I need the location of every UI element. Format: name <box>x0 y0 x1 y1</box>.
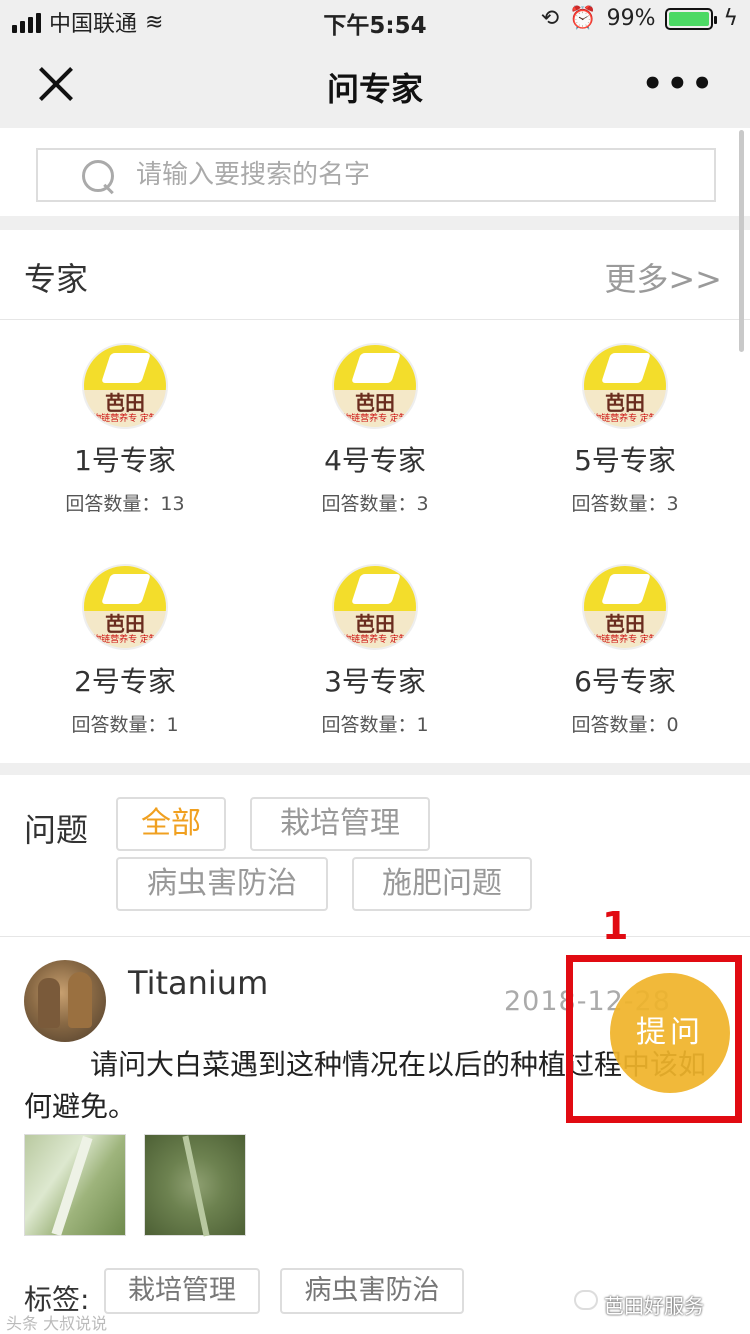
expert-avatar: 芭田 物链营养专 定制 <box>82 564 168 650</box>
experts-header: 专家 更多>> <box>0 230 750 320</box>
battery-icon <box>665 7 718 30</box>
expert-answer-count: 回答数量：1 <box>71 714 179 736</box>
battery-fill <box>669 11 710 26</box>
expert-answer-count: 回答数量：0 <box>571 714 679 736</box>
user-avatar[interactable] <box>24 960 106 1042</box>
experts-grid: 芭田 物链营养专 定制 1号专家 回答数量：13 芭田 物链营养专 定制 4号专… <box>0 321 750 763</box>
logo-subtext: 物链营养专 定制 <box>92 414 158 424</box>
logo-text: 芭田 <box>105 391 145 415</box>
expert-name: 2号专家 <box>74 665 176 698</box>
filter-tag-cultivation[interactable]: 栽培管理 <box>250 797 430 851</box>
charging-icon: ϟ <box>723 6 738 31</box>
expert-answer-count: 回答数量：1 <box>321 714 429 736</box>
expert-name: 5号专家 <box>574 444 676 477</box>
scrollbar[interactable] <box>739 130 744 352</box>
expert-answer-count: 回答数量：13 <box>65 493 185 515</box>
alarm-icon: ⏰ <box>569 6 597 31</box>
more-menu-button[interactable]: ••• <box>642 64 716 104</box>
expert-name: 6号专家 <box>574 665 676 698</box>
expert-answer-count: 回答数量：3 <box>321 493 429 515</box>
expert-card[interactable]: 芭田 物链营养专 定制 1号专家 回答数量：13 <box>0 321 250 531</box>
rotation-lock-icon: ⟲ <box>540 6 560 31</box>
post-image[interactable] <box>24 1134 126 1236</box>
expert-name: 3号专家 <box>324 665 426 698</box>
annotation-box <box>566 955 742 1123</box>
status-bar: 中国联通 ≋ 下午5:54 ⟲ ⏰ 99% ϟ <box>0 0 750 40</box>
post-tag[interactable]: 栽培管理 <box>104 1268 260 1314</box>
logo-text: 芭田 <box>355 612 395 636</box>
logo-subtext: 物链营养专 定制 <box>342 635 408 645</box>
expert-avatar: 芭田 物链营养专 定制 <box>582 564 668 650</box>
logo-text: 芭田 <box>605 612 645 636</box>
battery-percent: 99% <box>606 6 656 31</box>
filter-tag-pest-control[interactable]: 病虫害防治 <box>116 857 328 911</box>
expert-answer-count: 回答数量：3 <box>571 493 679 515</box>
expert-avatar: 芭田 物链营养专 定制 <box>82 343 168 429</box>
questions-label: 问题 <box>24 811 89 849</box>
expert-card[interactable]: 芭田 物链营养专 定制 4号专家 回答数量：3 <box>250 321 500 531</box>
logo-subtext: 物链营养专 定制 <box>92 635 158 645</box>
expert-avatar: 芭田 物链营养专 定制 <box>582 343 668 429</box>
search-icon <box>80 158 116 194</box>
status-right: ⟲ ⏰ 99% ϟ <box>541 6 738 31</box>
expert-avatar: 芭田 物链营养专 定制 <box>332 564 418 650</box>
filter-tag-fertilizer[interactable]: 施肥问题 <box>352 857 532 911</box>
post-image[interactable] <box>144 1134 246 1236</box>
expert-card[interactable]: 芭田 物链营养专 定制 3号专家 回答数量：1 <box>250 542 500 752</box>
logo-subtext: 物链营养专 定制 <box>592 414 658 424</box>
page-title: 问专家 <box>326 70 423 108</box>
annotation-number: 1 <box>602 904 629 948</box>
expert-name: 4号专家 <box>324 444 426 477</box>
expert-avatar: 芭田 物链营养专 定制 <box>332 343 418 429</box>
logo-subtext: 物链营养专 定制 <box>592 635 658 645</box>
filter-tag-all[interactable]: 全部 <box>116 797 226 851</box>
logo-text: 芭田 <box>605 391 645 415</box>
section-divider <box>0 216 750 230</box>
post-username[interactable]: Titanium <box>128 964 268 1002</box>
post-tag[interactable]: 病虫害防治 <box>280 1268 464 1314</box>
search-input[interactable] <box>136 156 696 194</box>
search-area <box>0 128 750 216</box>
expert-name: 1号专家 <box>74 444 176 477</box>
watermark-right: 芭田好服务 <box>604 1294 704 1318</box>
expert-card[interactable]: 芭田 物链营养专 定制 2号专家 回答数量：1 <box>0 542 250 752</box>
expert-card[interactable]: 芭田 物链营养专 定制 5号专家 回答数量：3 <box>500 321 750 531</box>
logo-subtext: 物链营养专 定制 <box>342 414 408 424</box>
logo-text: 芭田 <box>355 391 395 415</box>
nav-bar: 问专家 ••• <box>0 40 750 128</box>
watermark-left: 头条 大叔说说 <box>6 1314 108 1333</box>
experts-title: 专家 <box>24 260 89 298</box>
wechat-icon <box>574 1290 598 1310</box>
search-box[interactable] <box>36 148 716 202</box>
experts-more-link[interactable]: 更多>> <box>604 254 722 300</box>
section-divider <box>0 763 750 775</box>
question-filters: 问题 全部 栽培管理 病虫害防治 施肥问题 <box>0 775 750 937</box>
expert-card[interactable]: 芭田 物链营养专 定制 6号专家 回答数量：0 <box>500 542 750 752</box>
logo-text: 芭田 <box>105 612 145 636</box>
